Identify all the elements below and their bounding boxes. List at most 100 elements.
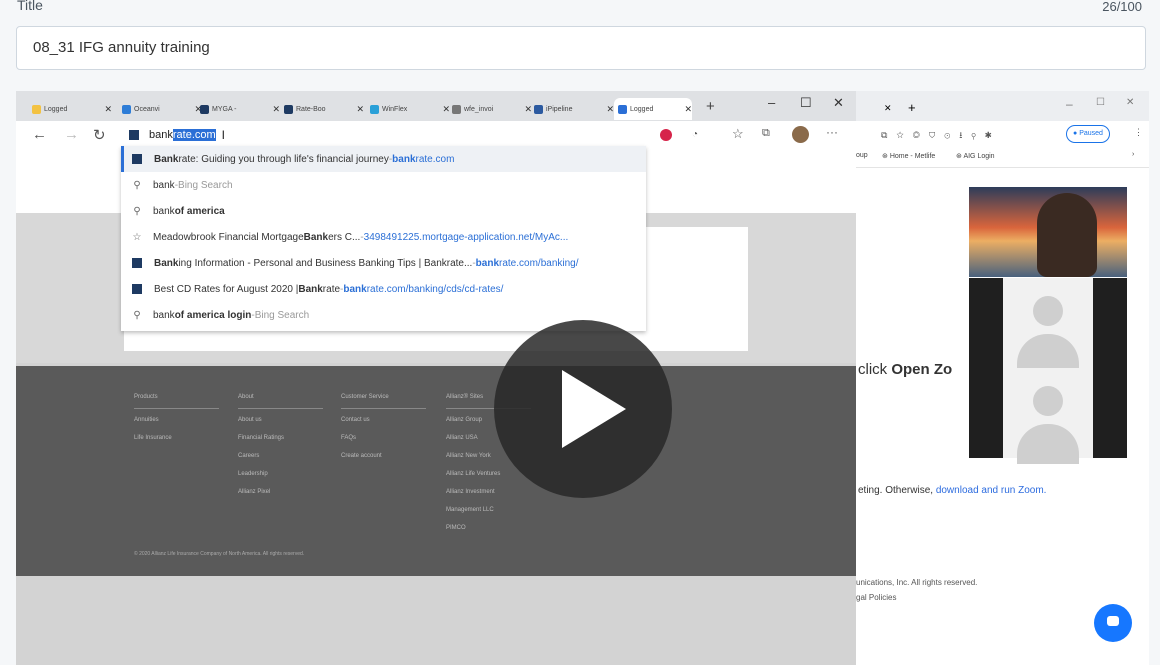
- browser-tab: Logged ✕: [28, 98, 112, 120]
- footer-link: Life Insurance: [134, 435, 172, 441]
- new-tab-icon: +: [908, 100, 916, 115]
- url-typed: bank: [149, 129, 173, 141]
- url-completion: rate.com: [172, 129, 216, 141]
- tab-favicon: [200, 104, 209, 114]
- open-zoom-prefix: click: [858, 361, 892, 378]
- extension-icon: ◔: [692, 129, 699, 140]
- chevron-icon: ›: [1132, 151, 1135, 158]
- suggestion-item: ⚲ bank - Bing Search: [121, 172, 646, 198]
- minimize-icon: –: [768, 95, 776, 110]
- suggestion-url: 3498491225.mortgage-application.net/MyAc…: [363, 231, 569, 243]
- footer-link: Financial Ratings: [238, 435, 285, 441]
- download-zoom-link: download and run Zoom.: [935, 485, 1047, 496]
- tab-favicon: [534, 104, 543, 114]
- tab-favicon: [370, 104, 379, 114]
- suggestion-text: Best CD Rates for August 2020 |: [154, 283, 299, 295]
- title-input[interactable]: 08_31 IFG annuity training: [16, 26, 1146, 70]
- pinterest-icon: [660, 129, 672, 141]
- browser-tab: iPipeline ✕: [530, 98, 614, 120]
- tab-close-icon: ✕: [356, 103, 364, 114]
- suggestion-text: bank: [153, 179, 175, 191]
- suggestion-text: ing Information - Personal and Business …: [178, 257, 473, 269]
- maximize-icon: ☐: [1096, 97, 1105, 108]
- menu-icon: ⋮: [1134, 127, 1143, 137]
- browser-tab: wfe_invoi ✕: [448, 98, 532, 120]
- minimize-icon: –: [1066, 97, 1073, 111]
- meeting-text: eting. Otherwise, download and run Zoom.: [858, 485, 1046, 496]
- footer-column: Customer Service Contact us FAQs Create acc…: [341, 388, 426, 465]
- bookmark-label: AIG Login: [963, 153, 995, 160]
- tab-favicon: [284, 104, 293, 114]
- suggestion-bold: Bank: [298, 283, 323, 295]
- close-window-icon: ✕: [833, 95, 844, 110]
- tab-close-icon: ✕: [606, 103, 614, 114]
- legal-policies-link: gal Policies: [856, 593, 897, 602]
- browser-tab: WinFlex ✕: [366, 98, 450, 120]
- camera-tile-participant: [969, 368, 1127, 464]
- suggestion-bold: Bank: [154, 153, 179, 165]
- footer-link: PIMCO: [446, 525, 466, 531]
- suggestion-item: Bank ing Information - Personal and Busin…: [121, 250, 646, 276]
- search-icon: ⚲: [133, 205, 141, 217]
- play-icon: [562, 370, 626, 448]
- bottom-area: [16, 576, 856, 665]
- tab-label: Logged: [630, 105, 654, 113]
- suggestion-source: Bing Search: [254, 309, 310, 321]
- more-menu-icon: ···: [826, 125, 838, 139]
- footer-link: Leadership: [238, 471, 268, 477]
- bookmark-label: Home - Metlife: [889, 153, 936, 160]
- footer-heading: About: [238, 388, 323, 409]
- suggestion-text: bank: [153, 205, 175, 217]
- tab-favicon: [122, 104, 131, 114]
- text-cursor-icon: I: [221, 128, 225, 142]
- rights-text: unications, Inc. All rights reserved.: [856, 578, 978, 587]
- tab-favicon: [452, 104, 461, 114]
- suggestion-text: ers C...: [328, 231, 361, 243]
- profile-avatar: [792, 126, 809, 143]
- suggestion-url: rate.com/banking/: [499, 257, 579, 269]
- paused-profile-button: ● Paused: [1066, 125, 1110, 143]
- suggestion-url-bold: bank: [392, 153, 416, 165]
- suggestion-bold: Bank: [154, 257, 179, 269]
- placeholder-avatar: [1003, 278, 1093, 374]
- tab-favicon: [618, 104, 627, 114]
- bookmarks-bar: oup ⊛ Home - Metlife ⊛ AIG Login ›: [856, 147, 1149, 168]
- paused-label: Paused: [1079, 130, 1103, 137]
- suggestion-source: Bing Search: [178, 179, 233, 191]
- footer-link: Annuities: [134, 417, 159, 423]
- suggestion-item: ⚲ bank of america: [121, 198, 646, 224]
- maximize-icon: ☐: [800, 95, 812, 110]
- browser-tab: Rate-Boo ✕: [280, 98, 364, 120]
- suggestion-item: Bank rate: Guiding you through life's fin…: [121, 146, 646, 172]
- footer-heading: Products: [134, 388, 219, 409]
- tab-label: MYGA -: [212, 105, 237, 113]
- tab-label: iPipeline: [546, 105, 573, 113]
- footer-column: About About us Financial Ratings Careers Lea…: [238, 388, 323, 501]
- tab-label: wfe_invoi: [464, 105, 494, 113]
- footer-column: Products Annuities Life Insurance: [134, 388, 219, 447]
- suggestion-item: Best CD Rates for August 2020 | Bank rate…: [121, 276, 646, 302]
- footer-link: Contact us: [341, 417, 370, 423]
- bankrate-favicon: [132, 258, 142, 268]
- footer-copyright: © 2020 Allianz Life Insurance Company of…: [134, 551, 305, 557]
- suggestion-text: Meadowbrook Financial Mortgage: [153, 231, 304, 243]
- camera-tile-participant: [969, 278, 1127, 374]
- bankrate-favicon: [132, 284, 142, 294]
- tab-close-icon: ✕: [272, 103, 280, 114]
- close-window-icon: ✕: [1126, 97, 1135, 108]
- suggestion-item: ☆ Meadowbrook Financial Mortgage Bank ers …: [121, 224, 646, 250]
- forward-icon: →: [64, 126, 79, 143]
- suggestion-url-bold: bank: [475, 257, 500, 269]
- footer-heading: Customer Service: [341, 388, 426, 409]
- play-button[interactable]: [494, 320, 672, 498]
- bankrate-favicon: [129, 130, 139, 140]
- bookmark-aig-login: ⊛ AIG Login: [956, 153, 995, 160]
- search-icon: ⚲: [133, 179, 141, 191]
- camera-tile-top: [969, 187, 1127, 277]
- tab-close-icon: ✕: [884, 103, 892, 113]
- footer-link: FAQs: [341, 435, 357, 441]
- address-suggestions: Bank rate: Guiding you through life's fin…: [121, 146, 646, 331]
- back-icon: ←: [32, 126, 47, 143]
- suggestion-url: rate.com/banking/cds/cd-rates/: [366, 283, 504, 295]
- site-footer: © 2020 Allianz Life Insurance Company of…: [16, 366, 856, 576]
